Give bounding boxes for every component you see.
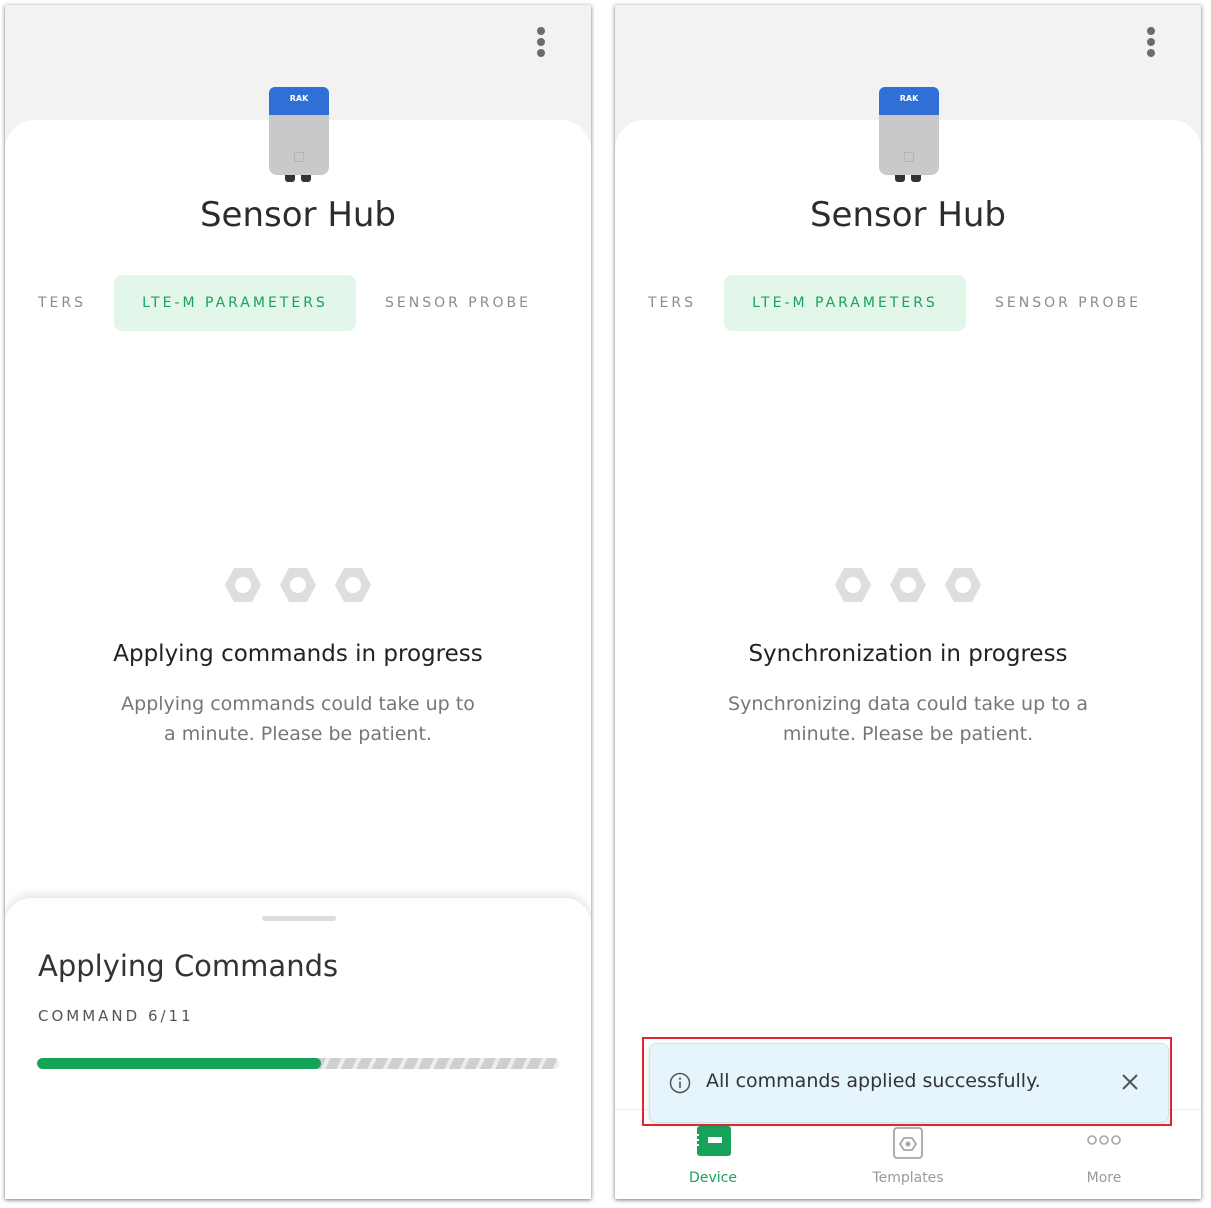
tab-parameters[interactable]: TERS [648, 275, 708, 331]
nav-label-device: Device [689, 1170, 737, 1186]
tab-lte-m-parameters[interactable]: LTE-M PARAMETERS [724, 275, 966, 331]
sheet-drag-handle[interactable] [262, 916, 336, 921]
status-title: Synchronization in progress [748, 641, 1068, 667]
page-title: Sensor Hub [199, 195, 397, 235]
page-title: Sensor Hub [809, 195, 1007, 235]
sheet-title: Applying Commands [38, 949, 339, 983]
status-title: Applying commands in progress [113, 641, 483, 667]
command-counter: COMMAND 6/11 [38, 1007, 194, 1025]
hex-nut-icon [280, 568, 316, 602]
left-phone-screen: RAK Sensor Hub TERS LTE-M PARAMETERS SEN… [5, 5, 591, 1199]
device-image: RAK [879, 87, 939, 183]
hex-nut-icon [224, 568, 261, 602]
device-brand-logo: RAK [289, 94, 309, 103]
overflow-menu-icon[interactable] [535, 27, 547, 61]
device-image: RAK [269, 87, 329, 183]
tab-sensor-probe[interactable]: SENSOR PROBE [385, 275, 531, 331]
more-dots-icon [1087, 1135, 1121, 1145]
nav-label-templates: Templates [872, 1170, 944, 1186]
loading-indicator [5, 565, 591, 605]
hex-nut-icon [834, 568, 871, 602]
hex-nut-icon [890, 568, 926, 602]
loading-indicator [615, 565, 1201, 605]
status-description: Applying commands could take up to a min… [121, 693, 475, 745]
hex-nut-icon [945, 568, 982, 602]
right-phone-screen: RAK Sensor Hub TERS LTE-M PARAMETERS SEN… [615, 5, 1201, 1199]
highlight-box [642, 1037, 1172, 1126]
templates-icon [893, 1127, 923, 1159]
hex-nut-icon [335, 568, 372, 602]
device-brand-logo: RAK [899, 94, 919, 103]
tab-lte-m-parameters[interactable]: LTE-M PARAMETERS [114, 275, 356, 331]
overflow-menu-icon[interactable] [1145, 27, 1157, 61]
tab-sensor-probe[interactable]: SENSOR PROBE [995, 275, 1141, 331]
device-icon [695, 1126, 731, 1156]
nav-label-more: More [1086, 1170, 1122, 1186]
applying-commands-sheet: Applying Commands COMMAND 6/11 [5, 898, 591, 1199]
tab-parameters[interactable]: TERS [38, 275, 98, 331]
progress-bar-fill [37, 1058, 322, 1069]
status-description: Synchronizing data could take up to a mi… [728, 693, 1088, 745]
progress-bar [37, 1058, 559, 1069]
